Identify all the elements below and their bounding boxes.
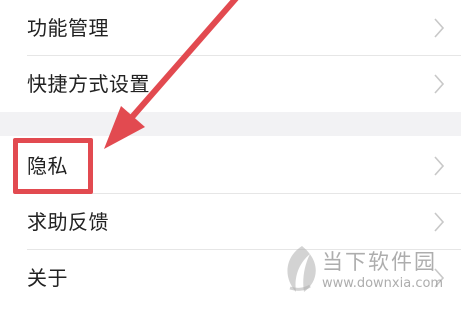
settings-item-label: 功能管理 [27, 16, 109, 40]
settings-item-label: 关于 [27, 266, 68, 290]
settings-item-function-management[interactable]: 功能管理 [0, 0, 461, 56]
watermark: 当下软件园 www.downxia.com [274, 240, 461, 304]
chevron-right-icon [434, 156, 445, 176]
settings-item-label: 快捷方式设置 [27, 72, 150, 96]
chevron-right-icon [434, 74, 445, 94]
settings-item-shortcut-settings[interactable]: 快捷方式设置 [0, 56, 461, 112]
watermark-title: 当下软件园 [322, 250, 437, 274]
watermark-url: www.downxia.com [322, 276, 444, 291]
chevron-right-icon [434, 212, 445, 232]
chevron-right-icon [434, 18, 445, 38]
annotation-highlight-box [13, 138, 93, 194]
settings-item-label: 求助反馈 [27, 210, 109, 234]
